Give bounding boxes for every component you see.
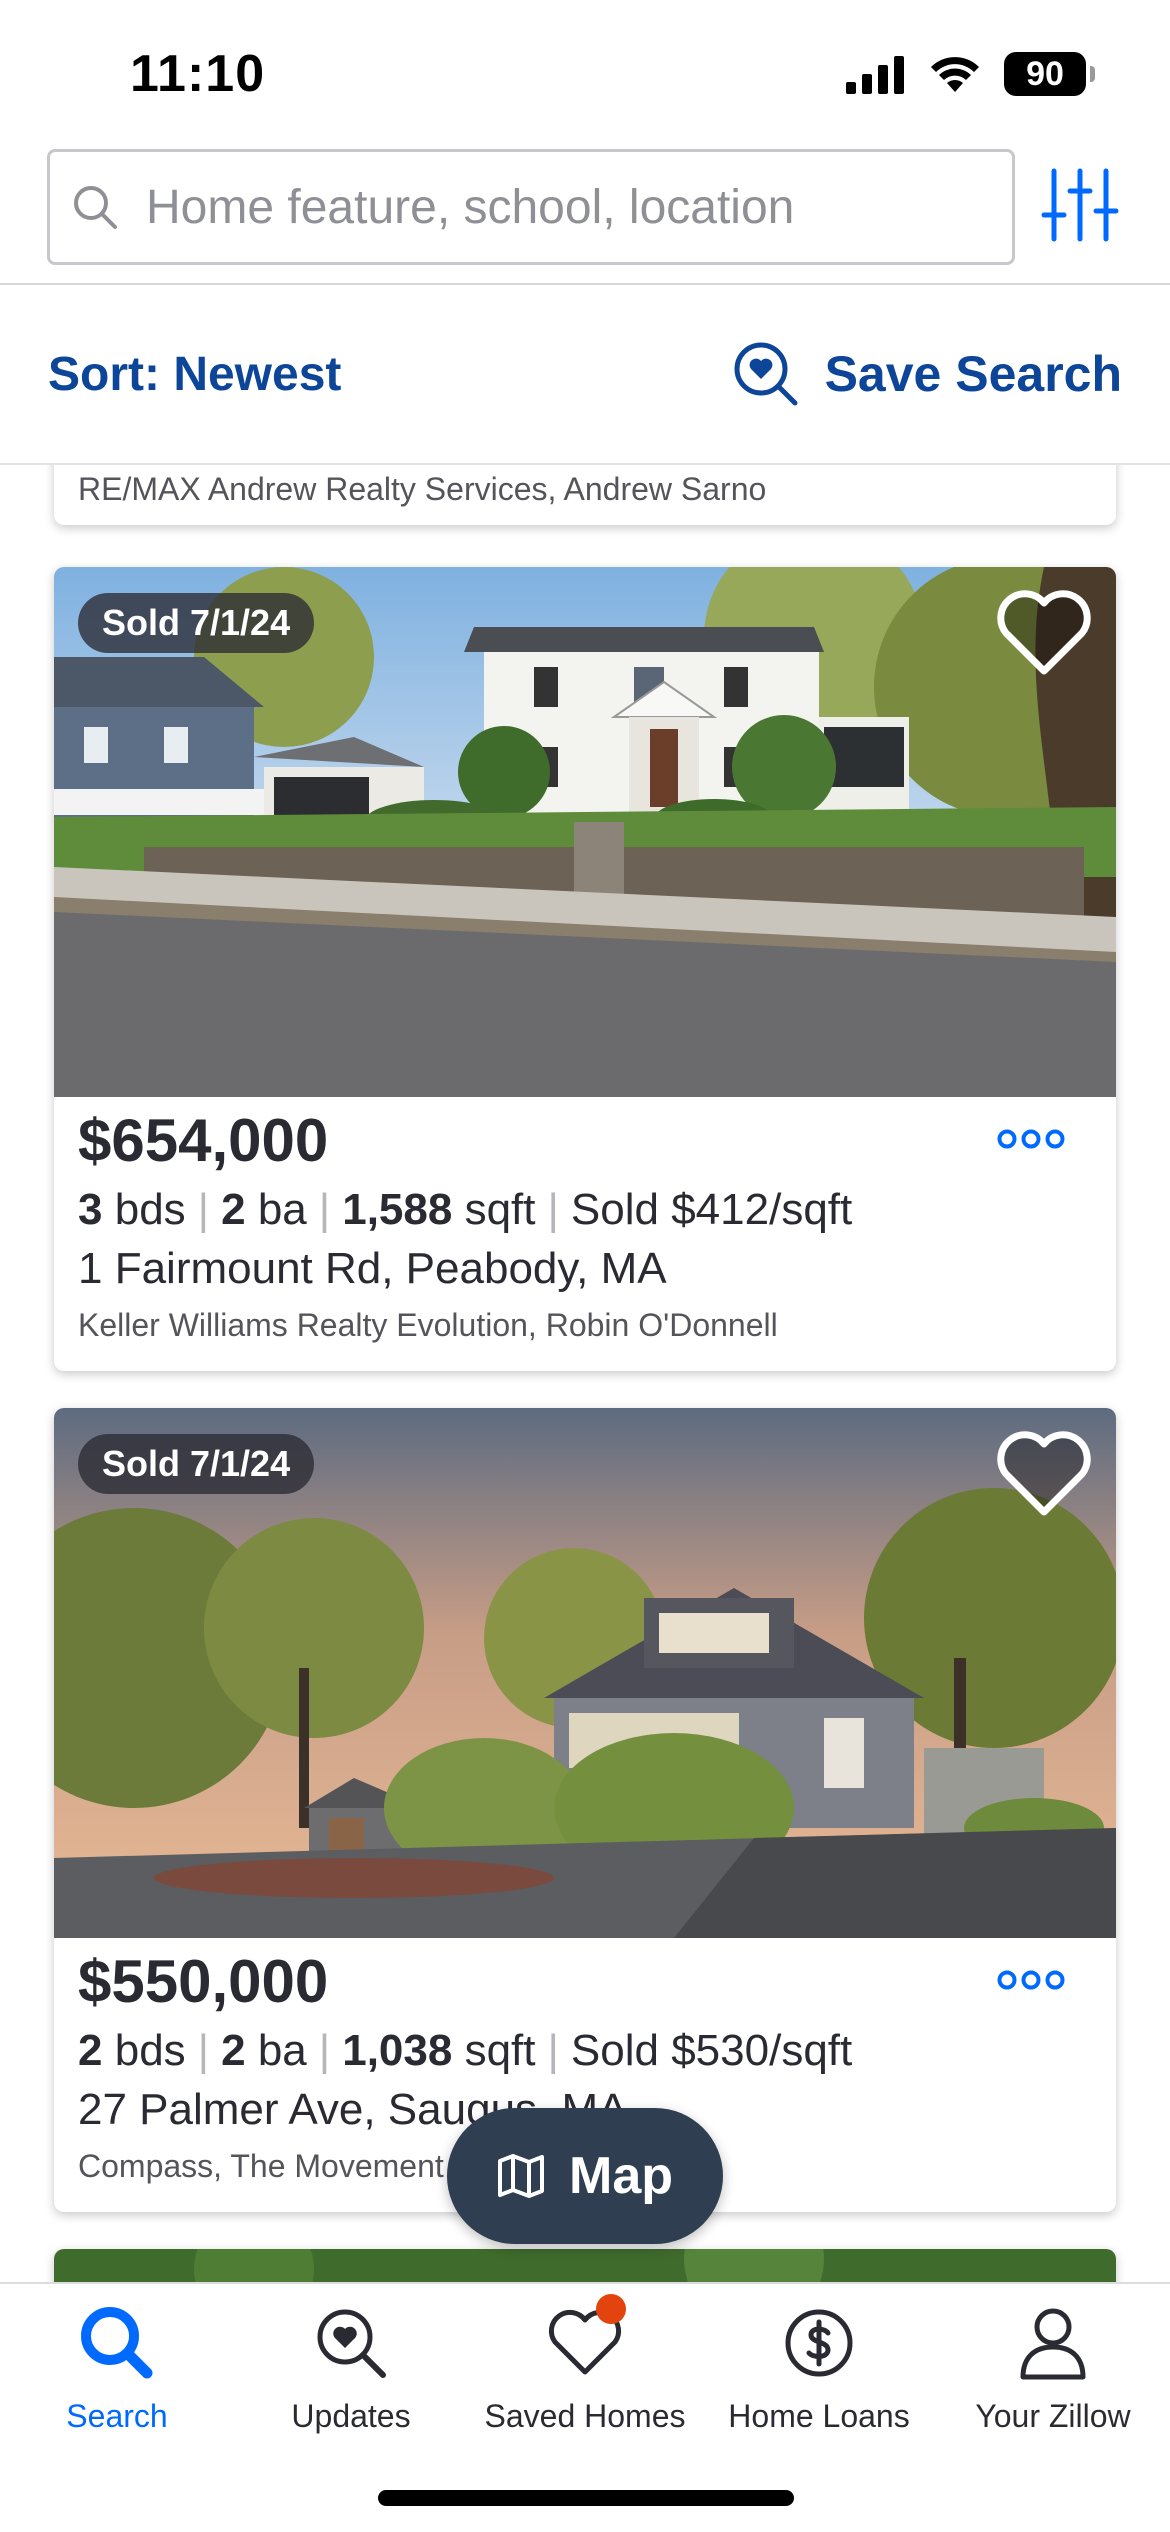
listing-price: $654,000	[78, 1107, 329, 1174]
search-icon	[74, 186, 117, 229]
listing-card[interactable]: Sold 7/1/24 $550,000 2 bds | 2 ba | 1,038 sq…	[54, 1408, 1116, 2212]
nav-item-updates[interactable]: Updates	[234, 2298, 468, 2435]
listing-photo[interactable]: Sold 7/1/24	[54, 1408, 1116, 1938]
wifi-icon	[931, 57, 979, 92]
sqft-value: 1,588	[342, 1185, 453, 1234]
more-options-icon[interactable]	[996, 1127, 1066, 1151]
nav-label: Updates	[291, 2398, 411, 2434]
sqft-unit: sqft	[464, 2026, 536, 2075]
home-indicator[interactable]	[378, 2490, 794, 2506]
nav-label: Saved Homes	[484, 2398, 686, 2434]
divider: |	[547, 2026, 559, 2075]
beds-unit: bds	[114, 1185, 186, 1234]
search-icon	[81, 2307, 153, 2379]
save-search-button[interactable]: Save Search	[731, 339, 1122, 409]
heart-icon[interactable]	[994, 589, 1094, 679]
listing-photo[interactable]: Sold 7/1/24	[54, 567, 1116, 1097]
search-row	[0, 145, 1170, 285]
divider: |	[318, 1185, 331, 1234]
sort-button[interactable]: Sort: Newest	[48, 347, 341, 402]
status-time: 11:10	[130, 45, 266, 103]
listing-results[interactable]: RE/MAX Andrew Realty Services, Andrew Sa…	[0, 465, 1170, 2282]
listing-price: $550,000	[78, 1948, 329, 2015]
divider: |	[197, 1185, 210, 1234]
nav-label: Your Zillow	[975, 2398, 1131, 2434]
sold-badge: Sold 7/1/24	[78, 1434, 315, 1494]
sqft-value: 1,038	[342, 2026, 453, 2075]
map-button-label: Map	[569, 2147, 673, 2205]
nav-item-search[interactable]: Search	[0, 2298, 234, 2435]
listing-broker: Keller Williams Realty Evolution, Robin …	[78, 1307, 778, 1343]
search-input[interactable]	[146, 179, 966, 235]
dollar-icon	[785, 2309, 853, 2377]
listing-address: 1 Fairmount Rd, Peabody, MA	[78, 1244, 667, 1293]
nav-label: Home Loans	[728, 2398, 910, 2434]
nav-label: Search	[66, 2398, 168, 2434]
status-bar: 11:10 90	[0, 0, 1170, 145]
battery-level: 90	[1026, 54, 1064, 93]
listing-facts: 2 bds | 2 ba | 1,038 sqft | Sold $530/sqft	[78, 2022, 1092, 2080]
listing-facts: 3 bds | 2 ba | 1,588 sqft | Sold $412/sqft	[78, 1181, 1092, 1239]
divider: |	[197, 2026, 210, 2075]
sold-badge: Sold 7/1/24	[78, 593, 315, 653]
map-icon	[498, 2154, 544, 2198]
notification-dot	[596, 2294, 626, 2324]
baths-unit: ba	[257, 2026, 307, 2075]
listing-broker: RE/MAX Andrew Realty Services, Andrew Sa…	[78, 471, 767, 507]
search-box[interactable]	[47, 149, 1015, 265]
beds-value: 3	[78, 1185, 103, 1234]
baths-value: 2	[221, 1185, 246, 1234]
divider: |	[547, 1185, 559, 1234]
baths-value: 2	[221, 2026, 246, 2075]
beds-value: 2	[78, 2026, 103, 2075]
status-icons: 90	[846, 52, 1095, 96]
listing-card[interactable]	[54, 2249, 1116, 2282]
sqft-unit: sqft	[464, 1185, 536, 1234]
heart-icon[interactable]	[994, 1430, 1094, 1520]
battery-icon: 90	[1004, 52, 1095, 96]
house-photo	[54, 2249, 1116, 2282]
nav-item-saved-homes[interactable]: Saved Homes	[468, 2294, 702, 2435]
nav-item-home-loans[interactable]: Home Loans	[702, 2298, 936, 2435]
price-per-sqft: Sold $530/sqft	[570, 2026, 853, 2075]
save-search-icon	[734, 342, 798, 406]
nav-item-your-zillow[interactable]: Your Zillow	[936, 2298, 1170, 2435]
filter-sliders-icon[interactable]	[1040, 165, 1120, 245]
listing-details: $654,000 3 bds | 2 ba | 1,588 sqft | Sold $412…	[54, 1097, 1116, 1371]
sort-row: Sort: Newest Save Search	[0, 287, 1170, 465]
listing-card[interactable]: RE/MAX Andrew Realty Services, Andrew Sa…	[54, 465, 1116, 525]
map-button[interactable]: Map	[447, 2108, 723, 2244]
divider: |	[318, 2026, 331, 2075]
price-per-sqft: Sold $412/sqft	[570, 1185, 853, 1234]
more-options-icon[interactable]	[996, 1968, 1066, 1992]
cellular-signal-icon	[846, 56, 904, 94]
baths-unit: ba	[257, 1185, 307, 1234]
listing-card[interactable]: Sold 7/1/24 $654,000 3 bds | 2 ba | 1,588 sq…	[54, 567, 1116, 1371]
beds-unit: bds	[114, 2026, 186, 2075]
save-search-label: Save Search	[824, 346, 1122, 402]
person-icon	[1020, 2308, 1086, 2380]
updates-icon	[317, 2309, 386, 2378]
